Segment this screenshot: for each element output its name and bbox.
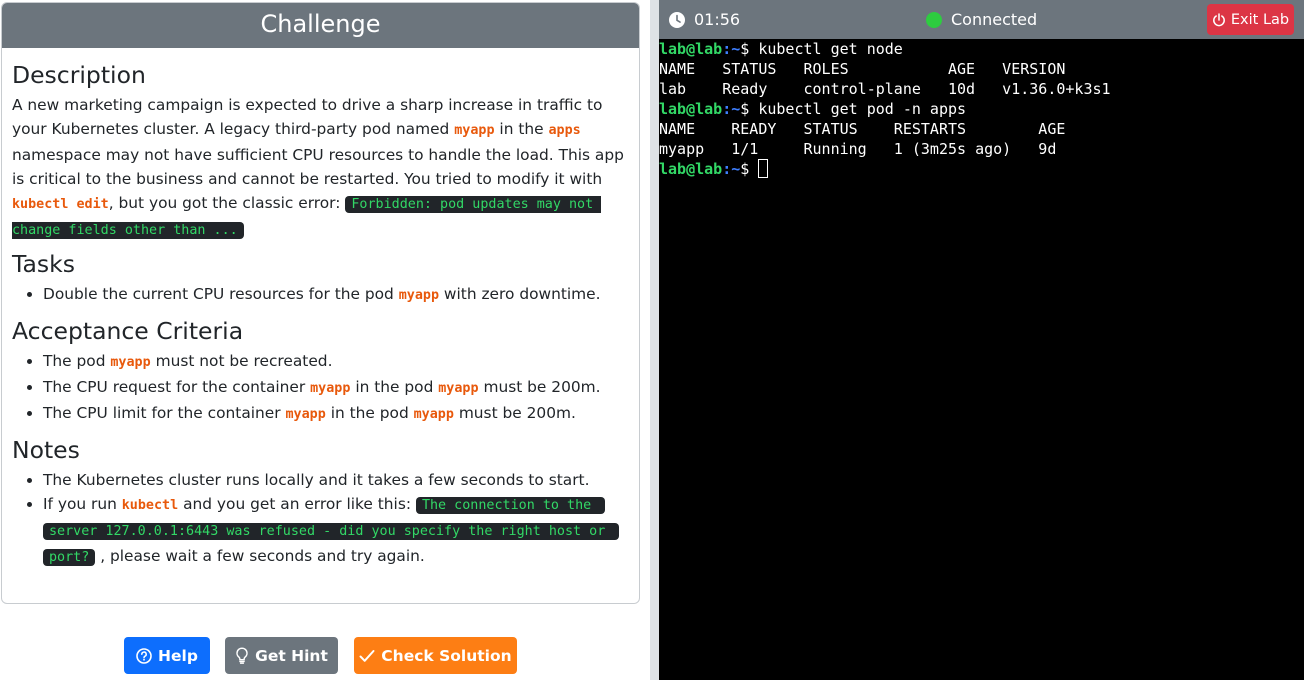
acceptance-item: The pod myapp must not be recreated. [43, 349, 629, 375]
task-text: with zero downtime. [439, 285, 601, 303]
prompt-symbol: $ [740, 160, 759, 178]
acceptance-text: in the pod [350, 378, 439, 396]
terminal-command: kubectl get pod -n apps [758, 100, 967, 118]
code-kubectl: kubectl [121, 498, 179, 513]
description-text: A new marketing campaign is expected to … [12, 93, 629, 243]
prompt-path: :~ [722, 160, 741, 178]
get-hint-button-label: Get Hint [255, 646, 328, 665]
challenge-card: Challenge Description A new marketing ca… [1, 2, 640, 604]
note-text: and you get an error like this: [178, 495, 416, 513]
acceptance-text: must be 200m. [478, 378, 601, 396]
check-mark-icon [359, 649, 375, 662]
prompt-symbol: $ [740, 40, 759, 58]
help-button[interactable]: Help [124, 637, 210, 674]
drag-grip-icon: ⋮ [653, 407, 667, 429]
acceptance-heading: Acceptance Criteria [12, 317, 244, 345]
terminal-command: kubectl get node [758, 40, 903, 58]
acceptance-text: must not be recreated. [150, 352, 333, 370]
lightbulb-icon [236, 647, 248, 664]
terminal-line: NAME READY STATUS RESTARTS AGE [659, 120, 1066, 138]
acceptance-text: The pod [43, 352, 111, 370]
get-hint-button[interactable]: Get Hint [225, 637, 338, 674]
prompt-user: lab@lab [659, 40, 723, 58]
prompt-symbol: $ [740, 100, 759, 118]
code-myapp: myapp [285, 407, 326, 422]
acceptance-text: must be 200m. [453, 404, 576, 422]
pane-resize-handle[interactable]: ⋮ [650, 0, 667, 680]
tasks-list: Double the current CPU resources for the… [43, 282, 629, 308]
terminal-line: lab Ready control-plane 10d v1.36.0+k3s1 [659, 80, 1111, 98]
timer-value: 01:56 [694, 10, 741, 29]
acceptance-item: The CPU request for the container myapp … [43, 375, 629, 401]
acceptance-text: The CPU request for the container [43, 378, 311, 396]
terminal-line[interactable]: lab@lab:~$ [659, 159, 1304, 179]
challenge-title: Challenge [2, 3, 639, 48]
prompt-path: :~ [722, 100, 741, 118]
code-kubectl-edit: kubectl edit [12, 197, 109, 212]
code-myapp: myapp [110, 355, 151, 370]
note-text: , please wait a few seconds and try agai… [95, 547, 425, 565]
challenge-pane: Challenge Description A new marketing ca… [0, 0, 650, 680]
acceptance-item: The CPU limit for the container myapp in… [43, 401, 629, 427]
help-button-label: Help [158, 646, 198, 665]
notes-heading: Notes [12, 436, 80, 464]
task-item: Double the current CPU resources for the… [43, 282, 629, 308]
exit-lab-button-label: Exit Lab [1230, 11, 1290, 28]
acceptance-list: The pod myapp must not be recreated. The… [43, 349, 629, 427]
code-myapp: myapp [454, 123, 495, 138]
status-dot-icon [926, 11, 942, 28]
description-text-part: , but you got the classic error: [108, 194, 346, 212]
description-text-part: namespace may not have sufficient CPU re… [12, 146, 624, 188]
terminal-line: myapp 1/1 Running 1 (3m25s ago) 9d [659, 140, 1057, 158]
tasks-heading: Tasks [12, 250, 75, 278]
terminal-line: lab@lab:~$ kubectl get pod -n apps [659, 99, 1304, 119]
prompt-user: lab@lab [659, 160, 723, 178]
description-heading: Description [12, 61, 146, 89]
code-myapp: myapp [310, 381, 351, 396]
prompt-user: lab@lab [659, 100, 723, 118]
power-icon [1212, 12, 1225, 26]
timer: 01:56 [669, 0, 740, 39]
task-text: Double the current CPU resources for the… [43, 285, 399, 303]
notes-list: The Kubernetes cluster runs locally and … [43, 468, 629, 570]
terminal-cursor [758, 159, 769, 178]
question-circle-icon [136, 647, 152, 664]
check-solution-button-label: Check Solution [381, 646, 512, 665]
terminal-line: lab@lab:~$ kubectl get node [659, 39, 1304, 59]
terminal-line: NAME STATUS ROLES AGE VERSION [659, 60, 1066, 78]
connection-status-label: Connected [951, 10, 1038, 29]
code-myapp: myapp [413, 407, 454, 422]
description-text-part: in the [494, 120, 549, 138]
acceptance-text: The CPU limit for the container [43, 404, 286, 422]
check-solution-button[interactable]: Check Solution [354, 637, 517, 674]
code-myapp: myapp [398, 288, 440, 303]
code-myapp: myapp [438, 381, 479, 396]
code-apps: apps [548, 123, 581, 138]
terminal-output[interactable]: lab@lab:~$ kubectl get node NAME STATUS … [659, 39, 1304, 680]
connection-status: Connected [926, 0, 1037, 39]
note-text: If you run [43, 495, 122, 513]
acceptance-text: in the pod [325, 404, 414, 422]
terminal-pane: 01:56 Connected Exit Lab lab@lab:~$ kube… [659, 0, 1304, 680]
prompt-path: :~ [722, 40, 741, 58]
note-item: The Kubernetes cluster runs locally and … [43, 468, 629, 492]
terminal-header: 01:56 Connected Exit Lab [659, 0, 1304, 39]
exit-lab-button[interactable]: Exit Lab [1207, 4, 1294, 35]
clock-icon [669, 11, 685, 28]
note-item: If you run kubectl and you get an error … [43, 492, 629, 570]
challenge-body: Description A new marketing campaign is … [2, 48, 639, 570]
action-buttons: Help Get Hint Check Solution [0, 637, 650, 674]
